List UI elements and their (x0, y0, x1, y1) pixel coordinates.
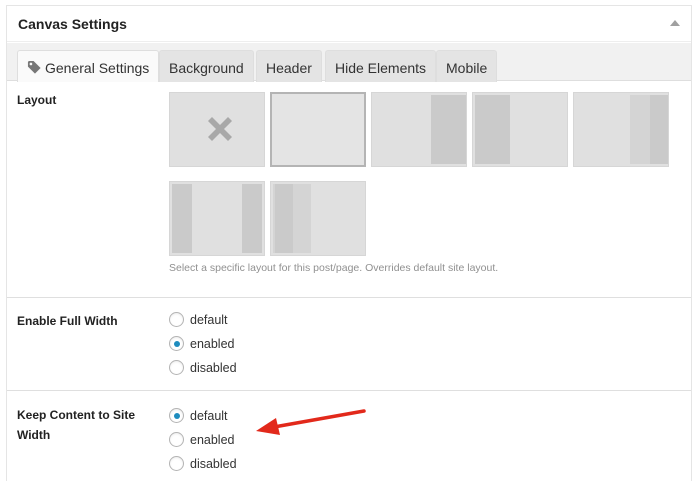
radio-label: default (190, 409, 228, 423)
radio-label: disabled (190, 361, 237, 375)
site-width-option-enabled[interactable]: enabled (169, 432, 237, 456)
annotation-arrow-icon (256, 409, 366, 435)
radio-label: disabled (190, 457, 237, 471)
layout-default-icon[interactable] (169, 92, 265, 167)
site-width-option-disabled[interactable]: disabled (169, 456, 237, 480)
tab-label: Header (266, 60, 312, 76)
full-width-option-default[interactable]: default (169, 312, 237, 336)
collapse-toggle-icon[interactable] (670, 20, 680, 26)
site-width-radio-group: default enabled disabled (169, 408, 237, 480)
full-width-row: Enable Full Width default enabled disabl… (7, 299, 691, 391)
full-width-label: Enable Full Width (17, 314, 118, 328)
radio-button[interactable] (169, 312, 184, 327)
close-icon (208, 117, 232, 141)
tab-label: Mobile (446, 60, 488, 76)
layout-description: Select a specific layout for this post/p… (169, 262, 499, 274)
radio-button[interactable] (169, 456, 184, 471)
layout-three-col-middle-icon[interactable] (169, 181, 265, 256)
tab-hide-elements[interactable]: Hide Elements (325, 50, 437, 82)
tab-mobile[interactable]: Mobile (436, 50, 498, 82)
tab-label: Hide Elements (335, 60, 427, 76)
radio-button-checked[interactable] (169, 408, 184, 423)
tab-header[interactable]: Header (256, 50, 322, 82)
metabox-header[interactable]: Canvas Settings (7, 6, 691, 42)
layout-two-col-left-icon[interactable] (371, 92, 467, 167)
layout-three-col-right-icon[interactable] (270, 181, 366, 256)
layout-one-col-icon[interactable] (270, 92, 366, 167)
radio-label: default (190, 313, 228, 327)
radio-button-checked[interactable] (169, 336, 184, 351)
metabox-title: Canvas Settings (18, 16, 127, 32)
tag-icon (27, 60, 41, 74)
tab-bar: General Settings Background Header Hide … (7, 43, 691, 82)
radio-button[interactable] (169, 432, 184, 447)
layout-row: Layout Select a specific layout for this… (7, 82, 691, 298)
site-width-label: Keep Content to Site Width (17, 408, 136, 442)
layout-label: Layout (17, 93, 57, 107)
radio-label: enabled (190, 337, 235, 351)
full-width-option-disabled[interactable]: disabled (169, 360, 237, 384)
full-width-radio-group: default enabled disabled (169, 312, 237, 384)
layout-three-col-left-icon[interactable] (573, 92, 669, 167)
tab-general-settings[interactable]: General Settings (17, 50, 160, 82)
radio-label: enabled (190, 433, 235, 447)
site-width-option-default[interactable]: default (169, 408, 237, 432)
tab-label: General Settings (45, 60, 150, 76)
tab-label: Background (169, 60, 244, 76)
radio-button[interactable] (169, 360, 184, 375)
tab-background[interactable]: Background (159, 50, 254, 82)
full-width-option-enabled[interactable]: enabled (169, 336, 237, 360)
layout-two-col-right-icon[interactable] (472, 92, 568, 167)
